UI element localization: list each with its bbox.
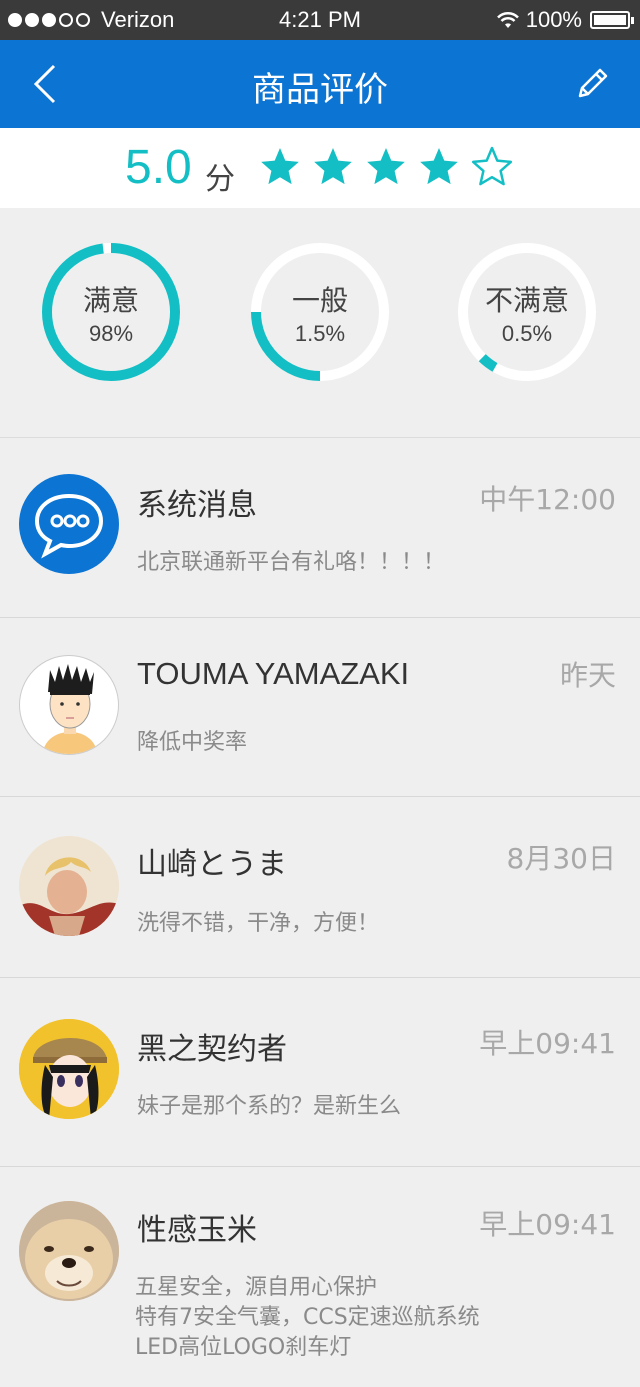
star-filled-icon xyxy=(420,148,458,185)
status-right: 100% xyxy=(496,7,634,33)
star-filled-icon xyxy=(314,148,352,185)
battery-percent: 100% xyxy=(525,7,582,32)
message-time: 早上09:41 xyxy=(479,1208,616,1241)
edit-button[interactable] xyxy=(572,64,612,104)
rating-unit: 分 xyxy=(205,162,235,197)
message-time: 早上09:41 xyxy=(479,1027,616,1060)
message-line: 特有7安全气囊，CCS定速巡航系统 xyxy=(135,1305,480,1330)
star-rating xyxy=(260,146,525,186)
message-line: 五星安全，源自用心保护 xyxy=(135,1275,378,1300)
message-preview: 五星安全，源自用心保护 特有7安全气囊，CCS定速巡航系统 LED高位LOGO刹… xyxy=(135,1273,480,1363)
message-sender: TOUMA YAMAZAKI xyxy=(137,656,410,691)
list-item[interactable]: 系统消息 中午12:00 北京联通新平台有礼咯！！！！ xyxy=(0,438,640,618)
page-title: 商品评价 xyxy=(252,70,388,110)
message-sender: 山崎とうま xyxy=(137,847,287,882)
avatar-image xyxy=(19,836,119,936)
message-time: 中午12:00 xyxy=(479,483,616,516)
list-item[interactable]: 黑之契约者 早上09:41 妹子是那个系的？是新生么 xyxy=(0,978,640,1167)
message-preview: 北京联通新平台有礼咯！！！！ xyxy=(137,550,446,575)
message-preview: 降低中奖率 xyxy=(137,730,248,755)
stat-ring-neutral: 一般 1.5% xyxy=(249,241,391,383)
message-sender: 性感玉米 xyxy=(137,1213,257,1248)
stat-percent: 1.5% xyxy=(294,321,346,346)
star-filled-icon xyxy=(261,148,299,185)
avatar-image xyxy=(42,664,98,754)
message-preview: 妹子是那个系的？是新生么 xyxy=(137,1094,402,1119)
wifi-icon xyxy=(496,12,519,28)
avatar xyxy=(19,1201,119,1301)
message-line: LED高位LOGO刹车灯 xyxy=(135,1335,352,1360)
message-sender: 系统消息 xyxy=(137,488,257,523)
avatar xyxy=(19,474,119,574)
list-item[interactable]: 性感玉米 早上09:41 五星安全，源自用心保护 特有7安全气囊，CCS定速巡航… xyxy=(0,1167,640,1387)
avatar xyxy=(19,836,119,936)
avatar xyxy=(19,655,119,755)
battery-icon xyxy=(590,11,634,29)
stat-label: 不满意 xyxy=(484,284,569,317)
avatar-image xyxy=(19,1019,119,1119)
star-filled-icon xyxy=(367,148,405,185)
nav-bar: 商品评价 xyxy=(0,40,640,128)
satisfaction-stats: 满意 98% 一般 1.5% 不满意 0.5% xyxy=(0,208,640,438)
stat-percent: 98% xyxy=(88,321,134,346)
chat-bubble-icon xyxy=(34,493,104,559)
stat-label: 一般 xyxy=(291,284,348,317)
message-time: 8月30日 xyxy=(506,842,616,875)
rating-summary: 5.0 分 xyxy=(0,128,640,208)
star-empty-icon xyxy=(472,146,512,186)
avatar-image xyxy=(19,1201,119,1301)
list-item[interactable]: 山崎とうま 8月30日 洗得不错，干净，方便！ xyxy=(0,797,640,978)
stat-label: 满意 xyxy=(82,284,139,317)
avatar xyxy=(19,1019,119,1119)
status-bar: Verizon 4:21 PM 100% xyxy=(0,0,640,40)
message-time: 昨天 xyxy=(559,659,616,692)
rating-score: 5.0 xyxy=(125,141,192,194)
message-sender: 黑之契约者 xyxy=(137,1032,287,1067)
stat-ring-unsatisfied: 不满意 0.5% xyxy=(456,241,598,383)
list-item[interactable]: TOUMA YAMAZAKI 昨天 降低中奖率 xyxy=(0,618,640,797)
stat-ring-satisfied: 满意 98% xyxy=(40,241,182,383)
stat-percent: 0.5% xyxy=(501,321,553,346)
message-preview: 洗得不错，干净，方便！ xyxy=(137,911,380,936)
